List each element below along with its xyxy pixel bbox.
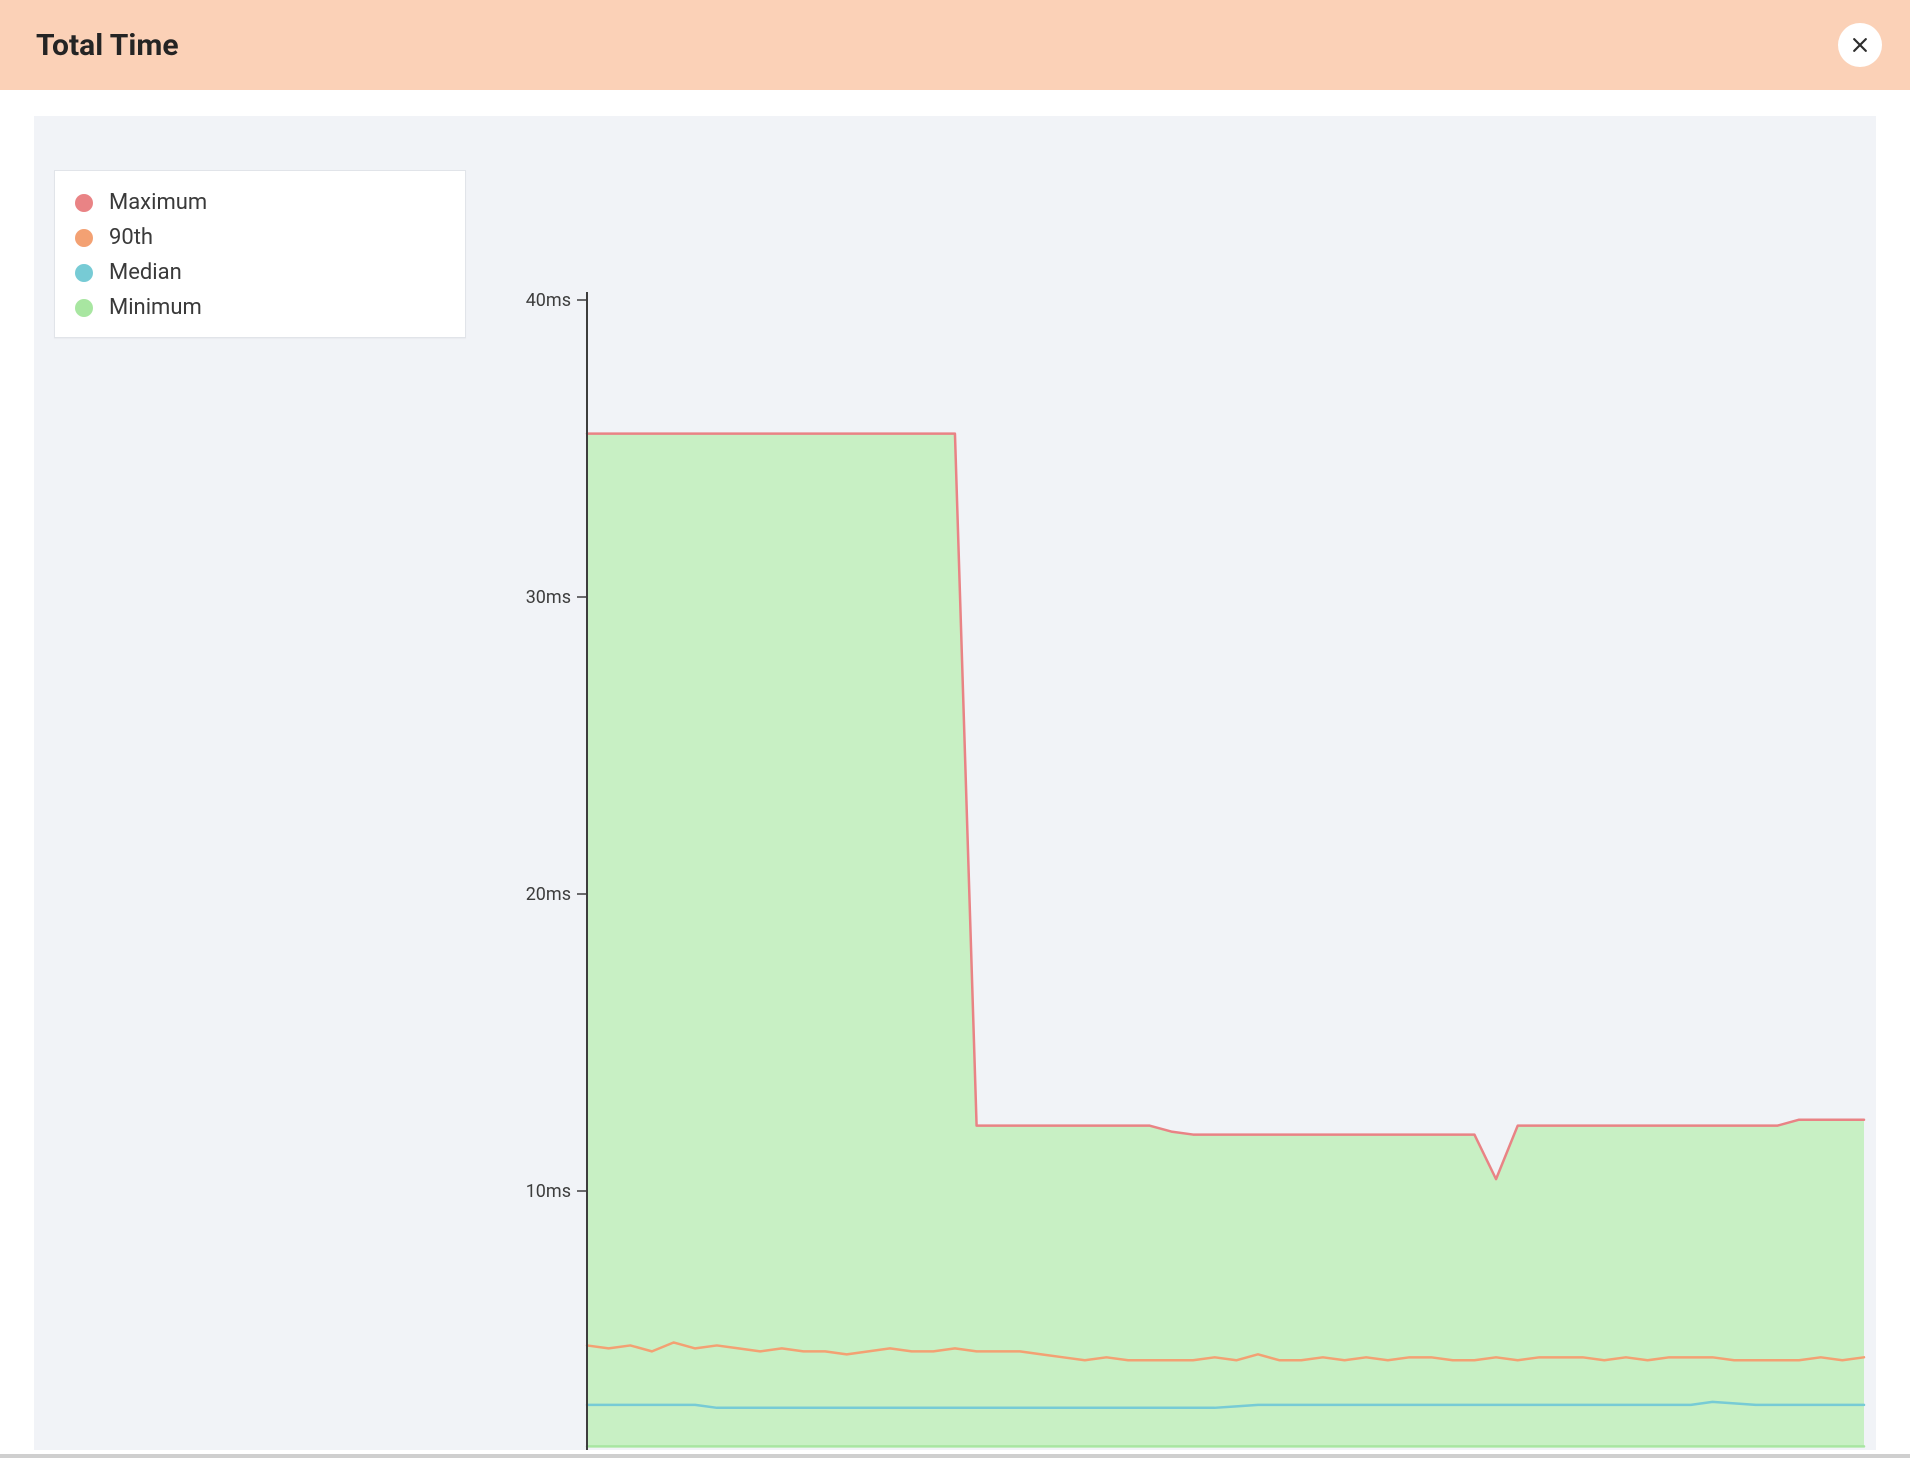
svg-text:30ms: 30ms (526, 587, 571, 608)
close-button[interactable] (1838, 23, 1882, 67)
svg-text:10ms: 10ms (526, 1181, 571, 1202)
footer-divider (0, 1454, 1910, 1458)
body: Maximum 90th Median Minimum 0ms10ms20ms3… (0, 90, 1910, 1450)
modal-title: Total Time (36, 28, 179, 63)
chart-plot: 0ms10ms20ms30ms40ms02:2602:2702:2802:290… (34, 116, 1876, 1450)
chart-panel: Maximum 90th Median Minimum 0ms10ms20ms3… (34, 116, 1876, 1450)
svg-text:40ms: 40ms (526, 290, 571, 311)
close-icon (1850, 35, 1870, 55)
svg-text:20ms: 20ms (526, 884, 571, 905)
modal-header: Total Time (0, 0, 1910, 90)
